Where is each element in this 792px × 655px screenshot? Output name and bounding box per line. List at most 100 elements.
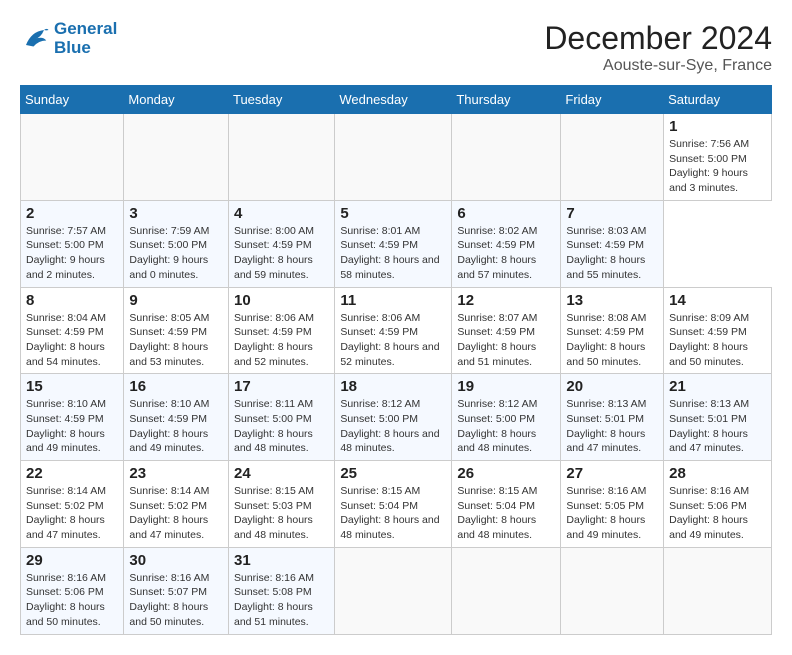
day-number: 2 (26, 205, 118, 222)
day-number: 17 (234, 378, 329, 395)
column-header-sunday: Sunday (21, 86, 124, 114)
calendar-cell (21, 114, 124, 201)
calendar-cell: 8 Sunrise: 8:04 AM Sunset: 4:59 PM Dayli… (21, 287, 124, 374)
day-info: Sunrise: 8:06 AM Sunset: 4:59 PM Dayligh… (340, 311, 446, 370)
day-info: Sunrise: 7:57 AM Sunset: 5:00 PM Dayligh… (26, 224, 118, 283)
day-info: Sunrise: 8:13 AM Sunset: 5:01 PM Dayligh… (669, 397, 766, 456)
column-header-monday: Monday (124, 86, 229, 114)
calendar-week-6: 29 Sunrise: 8:16 AM Sunset: 5:06 PM Dayl… (21, 547, 772, 634)
calendar-cell: 10 Sunrise: 8:06 AM Sunset: 4:59 PM Dayl… (228, 287, 334, 374)
calendar-cell: 27 Sunrise: 8:16 AM Sunset: 5:05 PM Dayl… (561, 461, 664, 548)
calendar-cell (228, 114, 334, 201)
calendar-cell: 3 Sunrise: 7:59 AM Sunset: 5:00 PM Dayli… (124, 200, 229, 287)
calendar-cell: 26 Sunrise: 8:15 AM Sunset: 5:04 PM Dayl… (452, 461, 561, 548)
day-number: 31 (234, 552, 329, 569)
day-info: Sunrise: 8:16 AM Sunset: 5:06 PM Dayligh… (26, 571, 118, 630)
day-info: Sunrise: 8:15 AM Sunset: 5:04 PM Dayligh… (457, 484, 555, 543)
day-number: 15 (26, 378, 118, 395)
day-info: Sunrise: 7:56 AM Sunset: 5:00 PM Dayligh… (669, 137, 766, 196)
calendar-cell: 30 Sunrise: 8:16 AM Sunset: 5:07 PM Dayl… (124, 547, 229, 634)
day-info: Sunrise: 8:10 AM Sunset: 4:59 PM Dayligh… (26, 397, 118, 456)
calendar-cell: 15 Sunrise: 8:10 AM Sunset: 4:59 PM Dayl… (21, 374, 124, 461)
day-number: 18 (340, 378, 446, 395)
day-info: Sunrise: 8:12 AM Sunset: 5:00 PM Dayligh… (340, 397, 446, 456)
day-number: 3 (129, 205, 223, 222)
day-number: 5 (340, 205, 446, 222)
day-info: Sunrise: 8:05 AM Sunset: 4:59 PM Dayligh… (129, 311, 223, 370)
day-number: 8 (26, 292, 118, 309)
page-header: General Blue December 2024 Aouste-sur-Sy… (20, 20, 772, 75)
day-info: Sunrise: 8:02 AM Sunset: 4:59 PM Dayligh… (457, 224, 555, 283)
day-number: 25 (340, 465, 446, 482)
calendar-cell: 31 Sunrise: 8:16 AM Sunset: 5:08 PM Dayl… (228, 547, 334, 634)
calendar-cell (124, 114, 229, 201)
day-info: Sunrise: 8:16 AM Sunset: 5:07 PM Dayligh… (129, 571, 223, 630)
calendar-week-3: 8 Sunrise: 8:04 AM Sunset: 4:59 PM Dayli… (21, 287, 772, 374)
calendar-cell: 20 Sunrise: 8:13 AM Sunset: 5:01 PM Dayl… (561, 374, 664, 461)
day-info: Sunrise: 8:06 AM Sunset: 4:59 PM Dayligh… (234, 311, 329, 370)
column-header-thursday: Thursday (452, 86, 561, 114)
calendar-cell: 13 Sunrise: 8:08 AM Sunset: 4:59 PM Dayl… (561, 287, 664, 374)
calendar-week-4: 15 Sunrise: 8:10 AM Sunset: 4:59 PM Dayl… (21, 374, 772, 461)
calendar-cell: 25 Sunrise: 8:15 AM Sunset: 5:04 PM Dayl… (335, 461, 452, 548)
day-info: Sunrise: 8:04 AM Sunset: 4:59 PM Dayligh… (26, 311, 118, 370)
calendar-cell: 6 Sunrise: 8:02 AM Sunset: 4:59 PM Dayli… (452, 200, 561, 287)
day-info: Sunrise: 8:03 AM Sunset: 4:59 PM Dayligh… (566, 224, 658, 283)
day-number: 1 (669, 118, 766, 135)
column-header-friday: Friday (561, 86, 664, 114)
calendar-cell: 7 Sunrise: 8:03 AM Sunset: 4:59 PM Dayli… (561, 200, 664, 287)
column-header-tuesday: Tuesday (228, 86, 334, 114)
day-number: 30 (129, 552, 223, 569)
day-info: Sunrise: 7:59 AM Sunset: 5:00 PM Dayligh… (129, 224, 223, 283)
page-subtitle: Aouste-sur-Sye, France (544, 57, 772, 75)
day-number: 22 (26, 465, 118, 482)
day-number: 26 (457, 465, 555, 482)
day-info: Sunrise: 8:01 AM Sunset: 4:59 PM Dayligh… (340, 224, 446, 283)
calendar-cell: 9 Sunrise: 8:05 AM Sunset: 4:59 PM Dayli… (124, 287, 229, 374)
day-number: 24 (234, 465, 329, 482)
day-number: 29 (26, 552, 118, 569)
day-info: Sunrise: 8:13 AM Sunset: 5:01 PM Dayligh… (566, 397, 658, 456)
calendar-cell: 19 Sunrise: 8:12 AM Sunset: 5:00 PM Dayl… (452, 374, 561, 461)
calendar-cell: 23 Sunrise: 8:14 AM Sunset: 5:02 PM Dayl… (124, 461, 229, 548)
calendar-cell: 14 Sunrise: 8:09 AM Sunset: 4:59 PM Dayl… (664, 287, 772, 374)
calendar-cell (335, 114, 452, 201)
day-number: 7 (566, 205, 658, 222)
calendar-cell: 4 Sunrise: 8:00 AM Sunset: 4:59 PM Dayli… (228, 200, 334, 287)
calendar-week-2: 2 Sunrise: 7:57 AM Sunset: 5:00 PM Dayli… (21, 200, 772, 287)
calendar-cell: 11 Sunrise: 8:06 AM Sunset: 4:59 PM Dayl… (335, 287, 452, 374)
day-number: 21 (669, 378, 766, 395)
calendar-cell: 16 Sunrise: 8:10 AM Sunset: 4:59 PM Dayl… (124, 374, 229, 461)
calendar-week-1: 1 Sunrise: 7:56 AM Sunset: 5:00 PM Dayli… (21, 114, 772, 201)
logo-text-general: General (54, 20, 117, 39)
day-number: 19 (457, 378, 555, 395)
day-number: 23 (129, 465, 223, 482)
calendar-cell: 1 Sunrise: 7:56 AM Sunset: 5:00 PM Dayli… (664, 114, 772, 201)
day-info: Sunrise: 8:14 AM Sunset: 5:02 PM Dayligh… (26, 484, 118, 543)
calendar-header-row: SundayMondayTuesdayWednesdayThursdayFrid… (21, 86, 772, 114)
day-info: Sunrise: 8:11 AM Sunset: 5:00 PM Dayligh… (234, 397, 329, 456)
day-number: 6 (457, 205, 555, 222)
calendar-cell (452, 114, 561, 201)
day-info: Sunrise: 8:16 AM Sunset: 5:08 PM Dayligh… (234, 571, 329, 630)
day-info: Sunrise: 8:12 AM Sunset: 5:00 PM Dayligh… (457, 397, 555, 456)
logo-text-blue: Blue (54, 39, 117, 58)
calendar-cell: 28 Sunrise: 8:16 AM Sunset: 5:06 PM Dayl… (664, 461, 772, 548)
calendar-cell: 21 Sunrise: 8:13 AM Sunset: 5:01 PM Dayl… (664, 374, 772, 461)
day-number: 14 (669, 292, 766, 309)
day-info: Sunrise: 8:15 AM Sunset: 5:03 PM Dayligh… (234, 484, 329, 543)
title-block: December 2024 Aouste-sur-Sye, France (544, 20, 772, 75)
day-info: Sunrise: 8:10 AM Sunset: 4:59 PM Dayligh… (129, 397, 223, 456)
day-number: 16 (129, 378, 223, 395)
column-header-wednesday: Wednesday (335, 86, 452, 114)
calendar-cell: 24 Sunrise: 8:15 AM Sunset: 5:03 PM Dayl… (228, 461, 334, 548)
calendar-cell: 5 Sunrise: 8:01 AM Sunset: 4:59 PM Dayli… (335, 200, 452, 287)
day-number: 13 (566, 292, 658, 309)
calendar-cell (452, 547, 561, 634)
logo: General Blue (20, 20, 117, 57)
day-number: 11 (340, 292, 446, 309)
day-info: Sunrise: 8:00 AM Sunset: 4:59 PM Dayligh… (234, 224, 329, 283)
calendar-cell: 17 Sunrise: 8:11 AM Sunset: 5:00 PM Dayl… (228, 374, 334, 461)
day-number: 12 (457, 292, 555, 309)
calendar-cell (561, 547, 664, 634)
